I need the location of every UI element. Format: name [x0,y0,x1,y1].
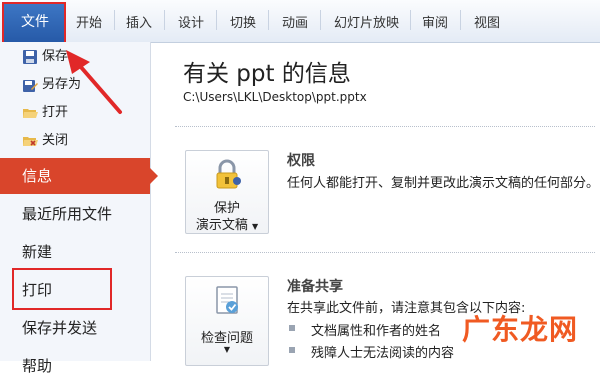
page-title: 有关 ppt 的信息 [183,61,351,87]
tab-divider [164,10,165,30]
tab-home[interactable]: 开始 [76,12,102,31]
close-label: 关闭 [42,133,69,148]
watermark: 广东龙网 [462,313,579,346]
tab-design[interactable]: 设计 [178,12,204,31]
prepare-title: 准备共享 [287,279,343,295]
tab-divider [410,10,411,30]
dropdown-arrow-icon: ▼ [223,345,231,354]
ribbon: 文件 开始 插入 设计 切换 动画 幻灯片放映 审阅 视图 [0,0,600,46]
protect-presentation-button[interactable]: 保护 演示文稿 ▼ [185,150,269,234]
save-label: 保存 [42,49,69,64]
open-folder-icon [23,109,38,118]
bullet-icon [289,325,295,331]
file-tab-highlight-box [2,2,66,46]
save-as-icon [23,80,38,92]
nav-recent[interactable]: 最近所用文件 [0,196,150,232]
nav-help[interactable]: 帮助 [0,348,150,384]
print-highlight-box [12,268,112,310]
close-file-icon [23,137,38,146]
nav-new[interactable]: 新建 [0,234,150,270]
tab-slideshow[interactable]: 幻灯片放映 [334,12,399,31]
backstage-sidebar: 保存 另存为 打开 关闭 信息 最近所用文件 新建 打印 保存并发送 帮助 [0,42,158,375]
check-for-issues-button[interactable]: 检查问题 ▼ [185,276,269,366]
file-path: C:\Users\LKL\Desktop\ppt.pptx [183,90,367,104]
tab-transitions[interactable]: 切换 [230,12,256,31]
tab-insert[interactable]: 插入 [126,12,152,31]
permissions-title: 权限 [287,153,315,169]
tab-divider [320,10,321,30]
tab-animations[interactable]: 动画 [282,12,308,31]
tab-review[interactable]: 审阅 [422,12,448,31]
tab-divider [114,10,115,30]
dropdown-arrow-icon: ▼ [252,222,259,231]
nav-info[interactable]: 信息 [0,158,158,194]
lock-key-icon [216,159,241,189]
protect-label-line2: 演示文稿 ▼ [195,218,259,233]
document-check-icon [216,286,238,314]
section-divider [175,126,595,127]
section-divider [175,252,595,253]
bullet-icon [289,347,295,353]
tab-divider [216,10,217,30]
open-label: 打开 [42,105,69,120]
check-issues-label: 检查问题 [200,331,253,346]
save-as-label: 另存为 [42,77,82,92]
nav-save-and-send[interactable]: 保存并发送 [0,310,150,346]
permissions-description: 任何人都能打开、复制并更改此演示文稿的任何部分。 [287,176,600,191]
save-icon [23,50,37,64]
tab-divider [460,10,461,30]
tab-view[interactable]: 视图 [474,12,500,31]
tab-divider [268,10,269,30]
